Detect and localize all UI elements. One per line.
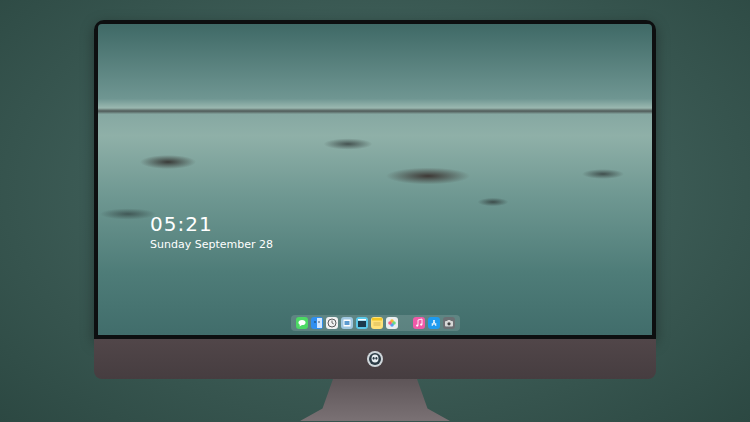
desktop-wallpaper: 05:21 Sunday September 28 <box>98 24 652 335</box>
store-glyph-icon <box>428 317 440 329</box>
photos-icon[interactable] <box>386 317 398 329</box>
clock-time: 05:21 <box>150 212 273 236</box>
messages-glyph-icon <box>296 317 308 329</box>
music-icon[interactable] <box>413 317 425 329</box>
preview-icon[interactable] <box>341 317 353 329</box>
brand-logo-icon <box>366 350 384 368</box>
photos-glyph-icon <box>386 317 398 329</box>
notes-icon[interactable] <box>371 317 383 329</box>
store-icon[interactable] <box>428 317 440 329</box>
monitor-chin <box>94 339 656 379</box>
clock-icon[interactable] <box>326 317 338 329</box>
video-icon[interactable] <box>356 317 368 329</box>
notes-glyph-icon <box>371 317 383 329</box>
monitor: 05:21 Sunday September 28 <box>0 0 750 421</box>
clock-date: Sunday September 28 <box>150 238 273 252</box>
video-glyph-icon <box>356 317 368 329</box>
messages-icon[interactable] <box>296 317 308 329</box>
monitor-stand <box>300 379 450 421</box>
dock-area <box>98 315 652 331</box>
music-glyph-icon <box>413 317 425 329</box>
finder-glyph-icon <box>311 317 323 329</box>
clock-glyph-icon <box>326 317 338 329</box>
preview-glyph-icon <box>341 317 353 329</box>
lock-clock: 05:21 Sunday September 28 <box>150 212 273 252</box>
camera-glyph-icon <box>443 317 455 329</box>
finder-icon[interactable] <box>311 317 323 329</box>
monitor-bezel: 05:21 Sunday September 28 <box>94 20 656 339</box>
camera-icon[interactable] <box>443 317 455 329</box>
dock <box>291 315 460 331</box>
